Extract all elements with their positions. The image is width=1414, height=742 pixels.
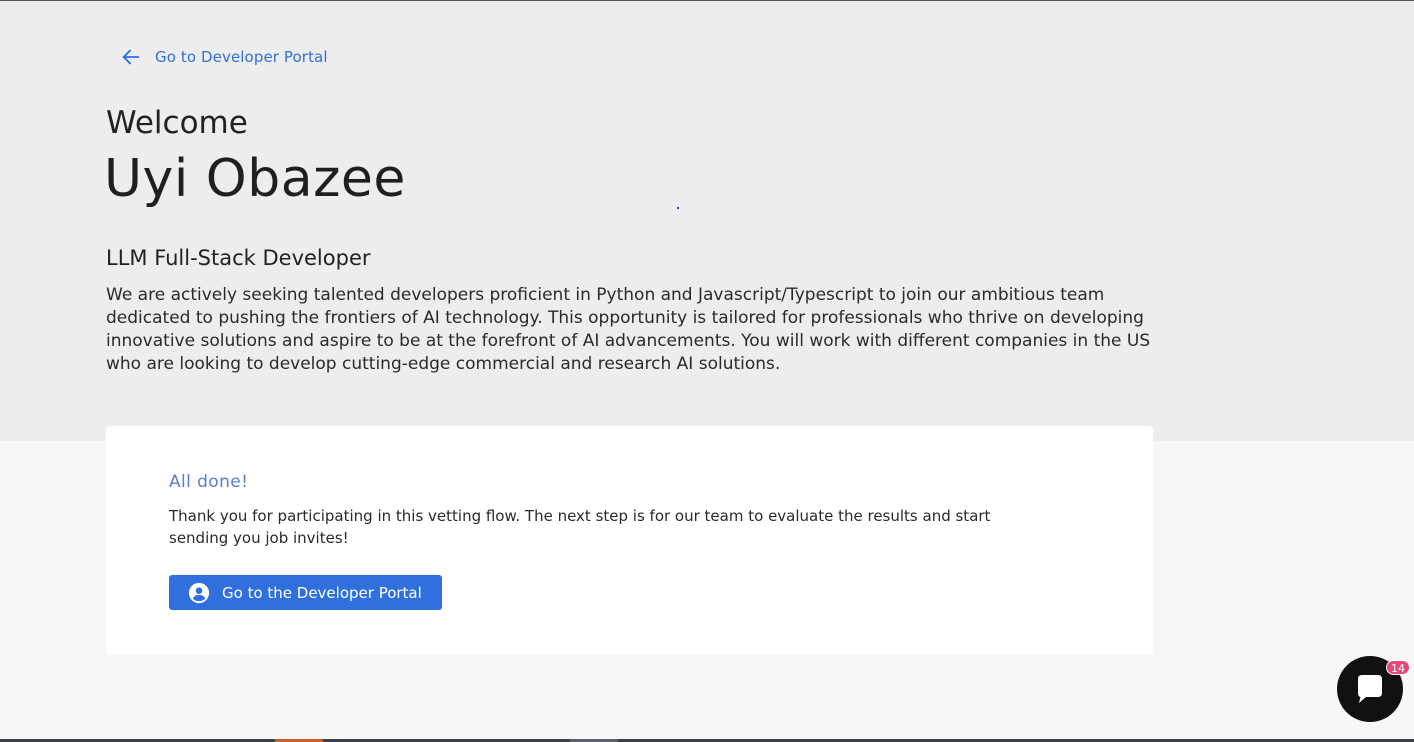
back-to-portal-link[interactable]: Go to Developer Portal [120, 45, 328, 69]
go-to-portal-button[interactable]: Go to the Developer Portal [169, 575, 442, 610]
role-title: LLM Full-Stack Developer [106, 246, 371, 270]
chat-notification-badge: 14 [1386, 660, 1410, 675]
hero-section: Go to Developer Portal Welcome Uyi Obaze… [0, 1, 1414, 441]
user-circle-icon [188, 582, 210, 604]
role-description: We are actively seeking talented develop… [106, 285, 1151, 374]
completion-card: All done! Thank you for participating in… [106, 426, 1153, 655]
welcome-heading: Welcome [106, 105, 248, 141]
stray-dot [677, 207, 679, 209]
chat-bubble-icon [1352, 671, 1388, 707]
back-link-label: Go to Developer Portal [155, 48, 328, 66]
arrow-left-icon [120, 46, 142, 68]
user-name: Uyi Obazee [104, 149, 406, 209]
go-to-portal-button-label: Go to the Developer Portal [222, 583, 422, 602]
completion-title: All done! [169, 472, 249, 492]
completion-message: Thank you for participating in this vett… [169, 507, 991, 547]
